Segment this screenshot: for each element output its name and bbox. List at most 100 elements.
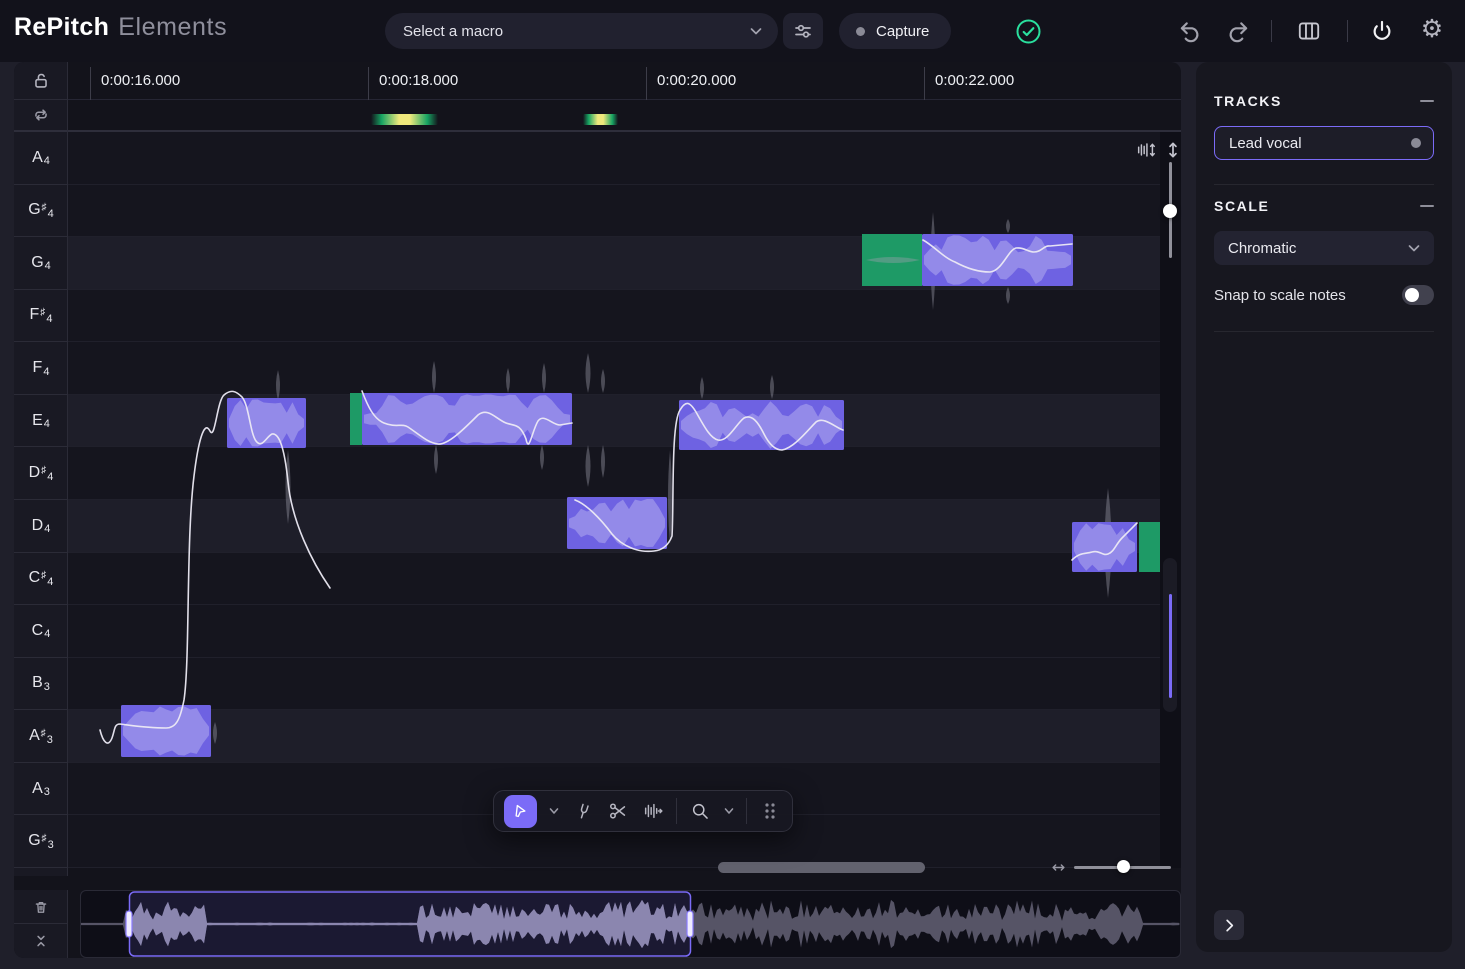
waveform-scale-button[interactable] [1134, 138, 1158, 162]
collapse-scale-icon[interactable] [1420, 205, 1434, 207]
layout-columns-button[interactable] [1295, 17, 1323, 45]
zoom-tool-button[interactable] [688, 799, 712, 823]
collapse-vertical-icon [31, 931, 51, 951]
ruler-tick [90, 67, 91, 100]
chevron-down-icon [748, 23, 764, 39]
cut-tool-button[interactable] [606, 799, 630, 823]
vertical-zoom-button[interactable] [1161, 138, 1185, 162]
note-label-A4[interactable]: A4 [14, 132, 68, 185]
drag-dots-icon [762, 802, 778, 820]
grid-row-Ds4 [68, 447, 1160, 500]
lock-button[interactable] [14, 62, 68, 100]
grid-row-D4 [68, 500, 1160, 553]
scale-select[interactable]: Chromatic [1214, 231, 1434, 265]
grid-row-A4 [68, 132, 1160, 185]
loop-button[interactable] [14, 100, 68, 132]
collapse-tracks-icon[interactable] [1420, 100, 1434, 102]
track-status-dot [1411, 138, 1421, 148]
note-label-Ds4[interactable]: D♯4 [14, 447, 68, 500]
note-label-Gs4[interactable]: G♯4 [14, 185, 68, 238]
toolbar-drag-handle[interactable] [758, 799, 782, 823]
note-label-G4[interactable]: G4 [14, 237, 68, 290]
chevron-right-icon [1222, 918, 1237, 933]
expand-panel-button[interactable] [1214, 910, 1244, 940]
note-label-As3[interactable]: A♯3 [14, 710, 68, 763]
collapse-button[interactable] [14, 924, 67, 958]
loudness-strip [68, 100, 1181, 132]
macro-select[interactable]: Select a macro [385, 13, 778, 49]
selection-handle-left[interactable] [126, 911, 132, 937]
delete-button[interactable] [14, 890, 67, 924]
settings-button[interactable]: ⚙ [1418, 15, 1446, 43]
horizontal-scrollbar-thumb[interactable] [718, 862, 925, 873]
selection-handle-right[interactable] [687, 911, 693, 937]
undo-icon [1177, 18, 1203, 44]
gear-icon: ⚙ [1421, 17, 1443, 42]
note-label-A3[interactable]: A3 [14, 763, 68, 816]
waveform-arrow-icon [642, 800, 664, 822]
note-label-C4[interactable]: C4 [14, 605, 68, 658]
zoom-tool-chevron[interactable] [723, 805, 735, 817]
sliders-icon [791, 19, 815, 43]
unlock-icon [30, 70, 52, 92]
overview-selection[interactable] [130, 892, 691, 956]
top-bar: RePitchElements Select a macro Capture [0, 0, 1465, 62]
check-circle-icon [1015, 18, 1042, 45]
grid-row-Gs4 [68, 185, 1160, 238]
brand-name: RePitch [14, 13, 109, 41]
tracks-section-title: TRACKS [1214, 93, 1282, 109]
redo-button[interactable] [1224, 17, 1252, 45]
horizontal-zoom-slider-knob[interactable] [1117, 860, 1130, 873]
note-label-B3[interactable]: B3 [14, 658, 68, 711]
grid-row-G4 [68, 237, 1160, 290]
toggle-knob [1405, 288, 1419, 302]
left-right-arrows-icon [1050, 859, 1067, 876]
power-icon [1369, 18, 1395, 44]
grid-row-C4 [68, 605, 1160, 658]
scissors-icon [607, 800, 629, 822]
grid-row-Fs4 [68, 290, 1160, 343]
loop-icon [30, 104, 52, 126]
note-label-Gs3[interactable]: G♯3 [14, 815, 68, 868]
select-tool-button[interactable] [504, 795, 537, 828]
loudness-segment [371, 114, 438, 125]
grid-row-B3 [68, 658, 1160, 711]
note-label-D4[interactable]: D4 [14, 500, 68, 553]
toolbar-divider [1271, 20, 1272, 42]
horizontal-zoom-button[interactable] [1050, 859, 1067, 876]
pitch-tool-button[interactable] [571, 799, 595, 823]
columns-icon [1296, 18, 1322, 44]
pitch-gutter: A4G♯4G4F♯4F4E4D♯4D4C♯4C4B3A♯3A3G♯3 [14, 62, 68, 876]
select-tool-chevron[interactable] [548, 805, 560, 817]
power-button[interactable] [1368, 17, 1396, 45]
audio-overview[interactable] [80, 890, 1181, 958]
macro-settings-button[interactable] [783, 13, 823, 49]
vertical-scrollbar-thumb[interactable] [1169, 594, 1172, 698]
capture-button[interactable]: Capture [839, 13, 951, 49]
track-item-lead-vocal[interactable]: Lead vocal [1214, 126, 1434, 160]
waveform-vertical-icon [1135, 139, 1157, 161]
note-grid[interactable] [68, 132, 1160, 868]
note-label-E4[interactable]: E4 [14, 395, 68, 448]
note-label-Cs4[interactable]: C♯4 [14, 553, 68, 606]
grid-row-E4 [68, 395, 1160, 448]
right-sidebar: TRACKS Lead vocal SCALE Chromatic Snap t… [1196, 62, 1452, 952]
note-label-Fs4[interactable]: F♯4 [14, 290, 68, 343]
undo-button[interactable] [1176, 17, 1204, 45]
capture-status-button[interactable] [1014, 17, 1042, 45]
scale-select-value: Chromatic [1228, 240, 1406, 257]
vertical-zoom-slider-knob[interactable] [1163, 204, 1177, 218]
capture-dot-icon [856, 27, 865, 36]
trash-icon [31, 897, 51, 917]
capture-label: Capture [876, 23, 929, 40]
timeline-ruler[interactable]: 0:00:16.0000:00:18.0000:00:20.0000:00:22… [68, 62, 1181, 100]
sidebar-divider [1214, 331, 1434, 332]
note-label-F4[interactable]: F4 [14, 342, 68, 395]
toolbar-divider [1347, 20, 1348, 42]
chevron-down-icon [1406, 240, 1422, 256]
snap-to-scale-toggle[interactable] [1402, 285, 1434, 305]
toolbar-divider [676, 798, 677, 824]
gutter-bottom-tools [14, 890, 68, 958]
toolbar-divider [746, 798, 747, 824]
warp-tool-button[interactable] [641, 799, 665, 823]
